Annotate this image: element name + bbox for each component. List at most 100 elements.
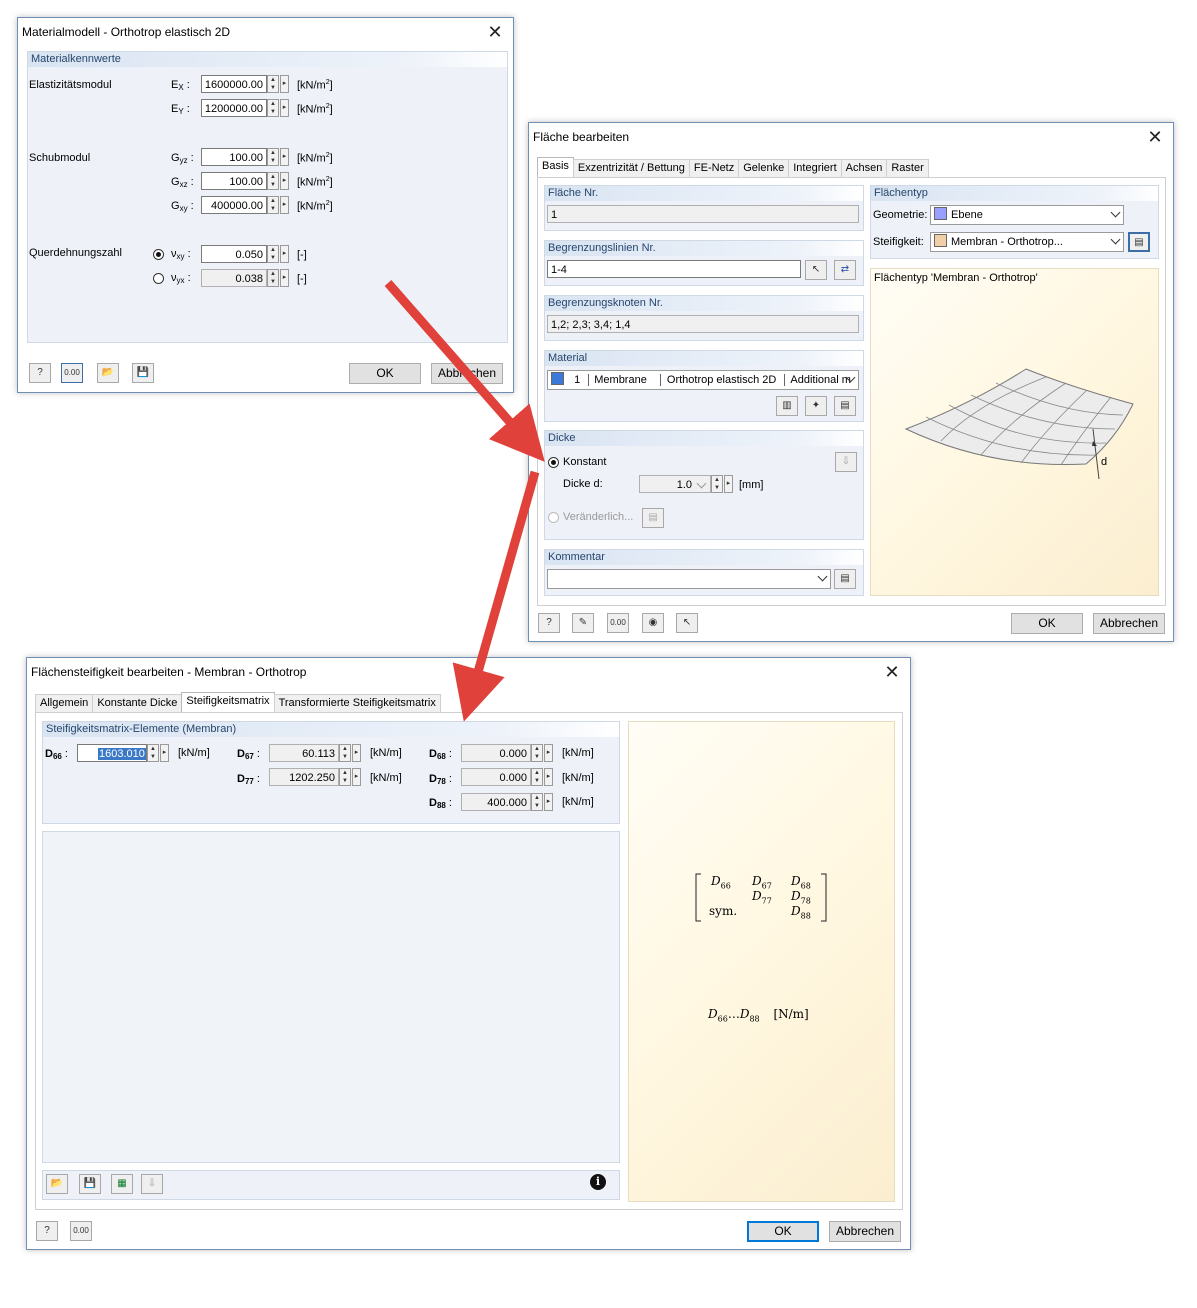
close-icon[interactable]: ✕ [485, 18, 505, 46]
units-icon[interactable]: 0.00 [61, 363, 83, 383]
cancel-button[interactable]: Abbrechen [431, 363, 503, 384]
unit-text: [kN/m [297, 103, 326, 116]
import-icon[interactable]: ⇩ [835, 452, 857, 472]
edit-icon[interactable]: ▤ [834, 396, 856, 416]
d-sub: 78 [436, 777, 446, 786]
vyx-radio[interactable] [153, 273, 164, 284]
colon: : [256, 748, 260, 760]
view-icon[interactable]: ◉ [642, 613, 664, 633]
thickness-spinner[interactable]: ▲ ▼ [711, 475, 723, 493]
d88-spinner[interactable]: ▲ ▼ [531, 793, 543, 811]
ex-arrow[interactable]: ▸ [280, 75, 289, 93]
open-icon[interactable]: 📂 [97, 363, 119, 383]
ey-unit: [kN/m2] [297, 103, 333, 116]
constant-radio[interactable] [548, 457, 559, 468]
ok-button[interactable]: OK [1011, 613, 1083, 634]
tab-stiffness-matrix[interactable]: Steifigkeitsmatrix [181, 692, 275, 713]
d66-arrow[interactable]: ▸ [160, 744, 169, 762]
d77-arrow[interactable]: ▸ [352, 768, 361, 786]
group-header: Flächentyp [871, 186, 1158, 201]
d67-spinner[interactable]: ▲ ▼ [339, 744, 351, 762]
d66-input[interactable]: 1603.010 [77, 744, 147, 762]
gyz-input[interactable]: 100.00 [201, 148, 267, 166]
boundary-lines-input[interactable]: 1-4 [547, 260, 801, 278]
tab-constant-thickness[interactable]: Konstante Dicke [92, 694, 183, 712]
cancel-button[interactable]: Abbrechen [1093, 613, 1165, 634]
tab-axes[interactable]: Achsen [840, 159, 888, 177]
d88-input[interactable]: 400.000 [461, 793, 531, 811]
ok-button[interactable]: OK [349, 363, 421, 384]
comment-input[interactable] [547, 569, 831, 589]
ex-input[interactable]: 1600000.00 [201, 75, 267, 93]
d68-arrow[interactable]: ▸ [544, 744, 553, 762]
d78-arrow[interactable]: ▸ [544, 768, 553, 786]
thickness-input[interactable]: 1.0 [639, 475, 711, 493]
d77-input[interactable]: 1202.250 [269, 768, 339, 786]
d-sub: 66 [52, 752, 62, 761]
units-icon[interactable]: 0.00 [70, 1221, 92, 1241]
cancel-button[interactable]: Abbrechen [829, 1221, 901, 1242]
tab-fe-mesh[interactable]: FE-Netz [688, 159, 740, 177]
thickness-arrow[interactable]: ▸ [724, 475, 733, 493]
d68-input[interactable]: 0.000 [461, 744, 531, 762]
tab-general[interactable]: Allgemein [35, 694, 94, 712]
gyz-arrow[interactable]: ▸ [280, 148, 289, 166]
d68-spinner[interactable]: ▲ ▼ [531, 744, 543, 762]
info-icon[interactable]: i [587, 1174, 609, 1194]
pick-icon[interactable]: ↖ [676, 613, 698, 633]
export-icon[interactable]: ▦ [111, 1174, 133, 1194]
d78-spinner[interactable]: ▲ ▼ [531, 768, 543, 786]
edit-stiffness-icon[interactable]: ▤ [1128, 232, 1150, 252]
ok-button[interactable]: OK [747, 1221, 819, 1242]
geometry-select[interactable]: Ebene [930, 205, 1124, 225]
save-icon[interactable]: 💾 [132, 363, 154, 383]
d67-arrow[interactable]: ▸ [352, 744, 361, 762]
d66-spinner[interactable]: ▲ ▼ [147, 744, 159, 762]
gxy-arrow[interactable]: ▸ [280, 196, 289, 214]
units-icon[interactable]: 0.00 [607, 613, 629, 633]
help-icon[interactable]: ? [36, 1221, 58, 1241]
help-icon[interactable]: ? [538, 613, 560, 633]
vxy-radio[interactable] [153, 249, 164, 260]
constant-label: Konstant [563, 456, 607, 468]
tab-grid[interactable]: Raster [886, 159, 929, 177]
ex-spinner[interactable]: ▲ ▼ [267, 75, 279, 93]
material-name: Membrane [594, 374, 647, 386]
vxy-spinner[interactable]: ▲ ▼ [267, 245, 279, 263]
tab-hinges[interactable]: Gelenke [738, 159, 790, 177]
tab-eccentricity[interactable]: Exzentrizität / Bettung [572, 159, 690, 177]
tab-basis[interactable]: Basis [537, 157, 574, 178]
reverse-icon[interactable]: ⇄ [834, 260, 856, 280]
d67-input[interactable]: 60.113 [269, 744, 339, 762]
gyz-spinner[interactable]: ▲ ▼ [267, 148, 279, 166]
vxy-arrow[interactable]: ▸ [280, 245, 289, 263]
gxz-arrow[interactable]: ▸ [280, 172, 289, 190]
d88-arrow[interactable]: ▸ [544, 793, 553, 811]
help-icon[interactable]: ? [29, 363, 51, 383]
ey-input[interactable]: 1200000.00 [201, 99, 267, 117]
tab-integrated[interactable]: Integriert [788, 159, 842, 177]
pick-icon[interactable]: ↖ [805, 260, 827, 280]
close-icon[interactable]: ✕ [882, 658, 902, 686]
stiffness-select[interactable]: Membran - Orthotrop... [930, 232, 1124, 252]
library-icon[interactable]: ▥ [776, 396, 798, 416]
ey-spinner[interactable]: ▲ ▼ [267, 99, 279, 117]
dialog-title: Materialmodell - Orthotrop elastisch 2D [22, 25, 231, 39]
unit-end: ] [329, 79, 333, 92]
vxy-input[interactable]: 0.050 [201, 245, 267, 263]
d77-spinner[interactable]: ▲ ▼ [339, 768, 351, 786]
gxz-spinner[interactable]: ▲ ▼ [267, 172, 279, 190]
new-icon[interactable]: ✦ [805, 396, 827, 416]
comment-browse-icon[interactable]: ▤ [834, 569, 856, 589]
gxz-input[interactable]: 100.00 [201, 172, 267, 190]
ey-arrow[interactable]: ▸ [280, 99, 289, 117]
gxy-spinner[interactable]: ▲ ▼ [267, 196, 279, 214]
edit-icon[interactable]: ✎ [572, 613, 594, 633]
gxy-input[interactable]: 400000.00 [201, 196, 267, 214]
close-icon[interactable]: ✕ [1145, 123, 1165, 151]
material-extra: Additional m [790, 374, 851, 386]
material-select[interactable]: 1 Membrane Orthotrop elastisch 2D Additi… [547, 370, 859, 390]
tab-transformed-matrix[interactable]: Transformierte Steifigkeitsmatrix [273, 694, 441, 712]
save-icon[interactable]: 💾 [79, 1174, 101, 1194]
d78-input[interactable]: 0.000 [461, 768, 531, 786]
